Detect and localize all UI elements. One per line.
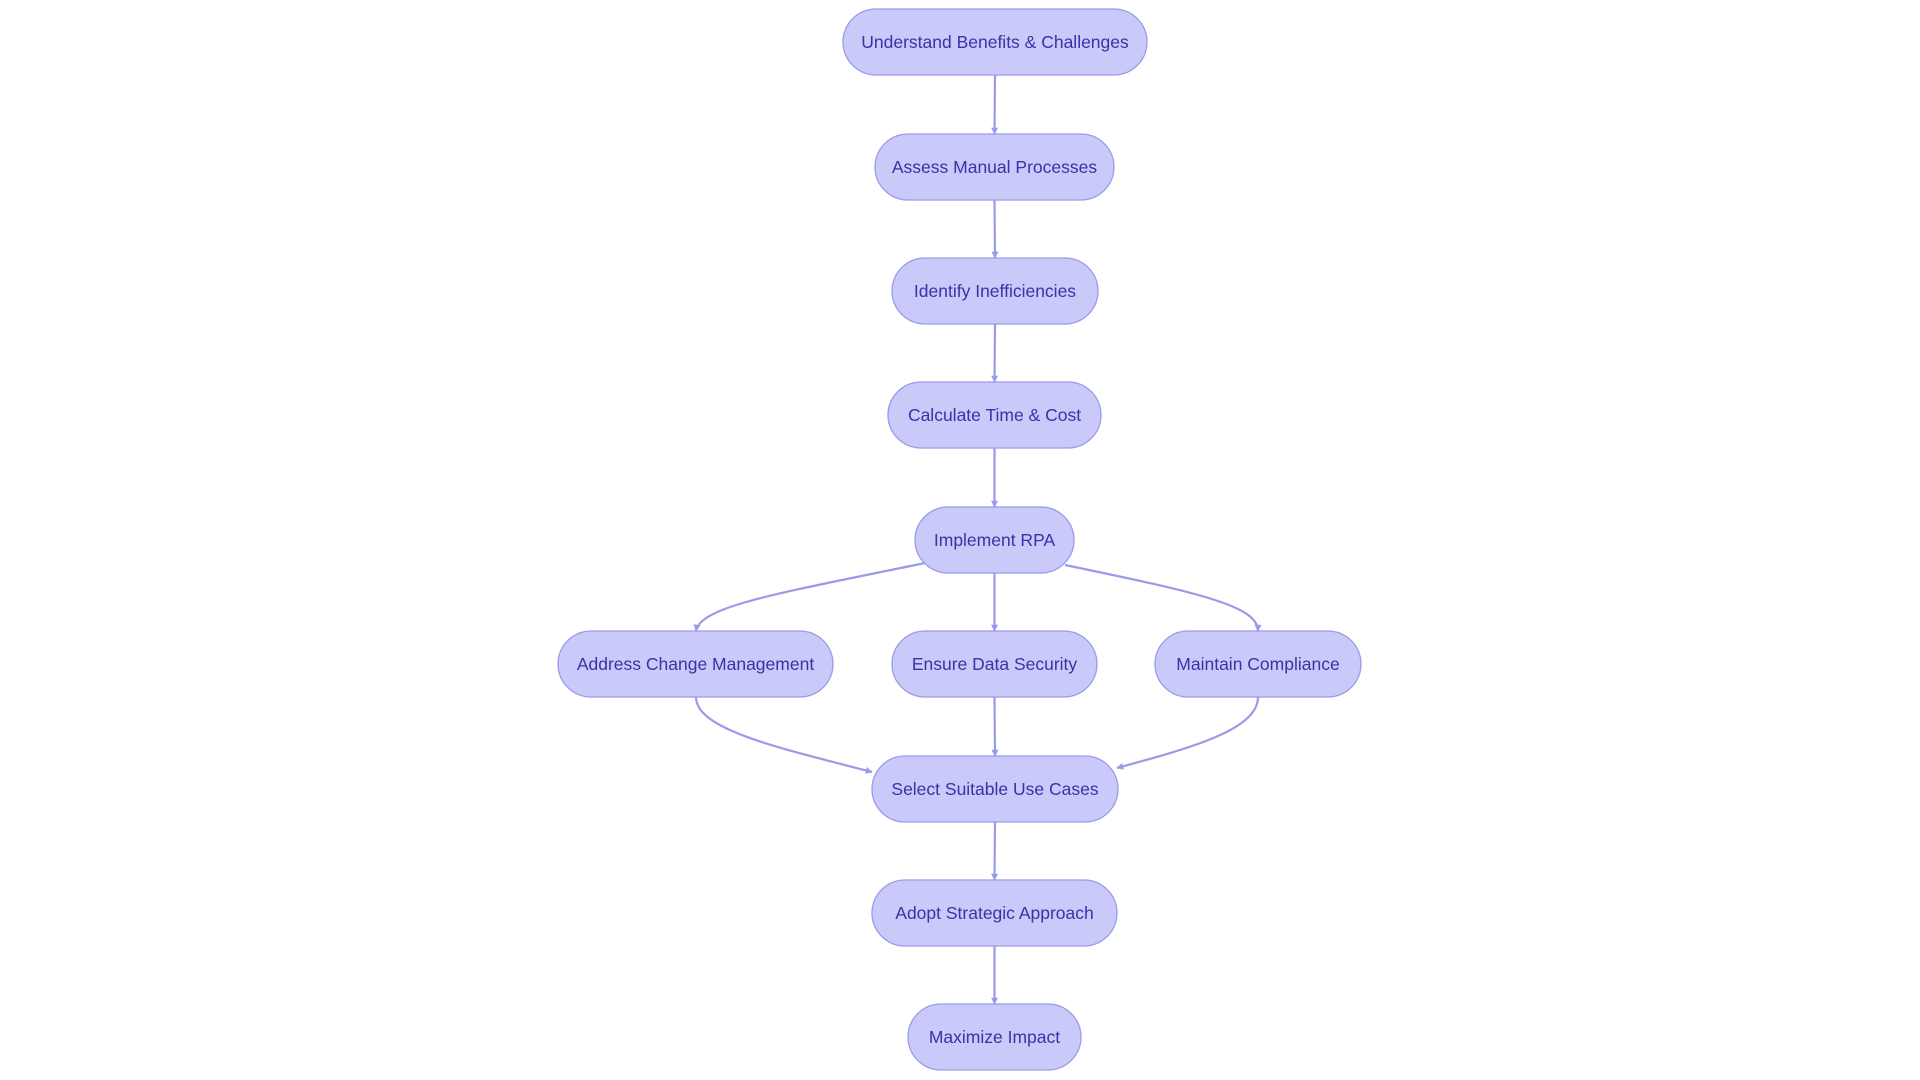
node-calculate[interactable]: Calculate Time & Cost [887,381,1102,449]
node-label: Select Suitable Use Cases [891,779,1098,799]
node-label: Maintain Compliance [1176,654,1339,674]
node-label: Ensure Data Security [912,654,1078,674]
node-assess[interactable]: Assess Manual Processes [874,133,1115,201]
node-identify[interactable]: Identify Inefficiencies [891,257,1099,325]
node-select[interactable]: Select Suitable Use Cases [871,755,1119,823]
node-adopt[interactable]: Adopt Strategic Approach [871,879,1118,947]
node-change[interactable]: Address Change Management [557,630,834,698]
flowchart-diagram: Understand Benefits & Challenges Assess M… [557,8,1362,1071]
edge-implement-to-change [693,561,926,632]
edge-change-to-select [694,696,873,774]
edge-understand-to-assess [991,74,999,135]
node-label: Identify Inefficiencies [914,281,1076,301]
node-security[interactable]: Ensure Data Security [891,630,1098,698]
node-compliance[interactable]: Maintain Compliance [1154,630,1362,698]
node-label: Maximize Impact [929,1027,1060,1047]
edge-compliance-to-select [1116,696,1260,770]
node-implement[interactable]: Implement RPA [914,506,1075,574]
node-label: Understand Benefits & Challenges [861,32,1129,52]
node-label: Implement RPA [934,530,1056,550]
edge-select-to-adopt [991,821,999,881]
node-label: Address Change Management [577,654,815,674]
edge-assess-to-identify [991,199,999,259]
node-label: Adopt Strategic Approach [895,903,1093,923]
node-maximize[interactable]: Maximize Impact [907,1003,1082,1071]
node-label: Calculate Time & Cost [908,405,1081,425]
edge-identify-to-calculate [991,323,999,383]
edge-implement-to-compliance [1064,563,1262,632]
node-understand[interactable]: Understand Benefits & Challenges [842,8,1148,76]
node-label: Assess Manual Processes [892,157,1097,177]
edge-security-to-select [991,696,999,757]
nodes-layer: Understand Benefits & Challenges Assess M… [557,8,1362,1071]
